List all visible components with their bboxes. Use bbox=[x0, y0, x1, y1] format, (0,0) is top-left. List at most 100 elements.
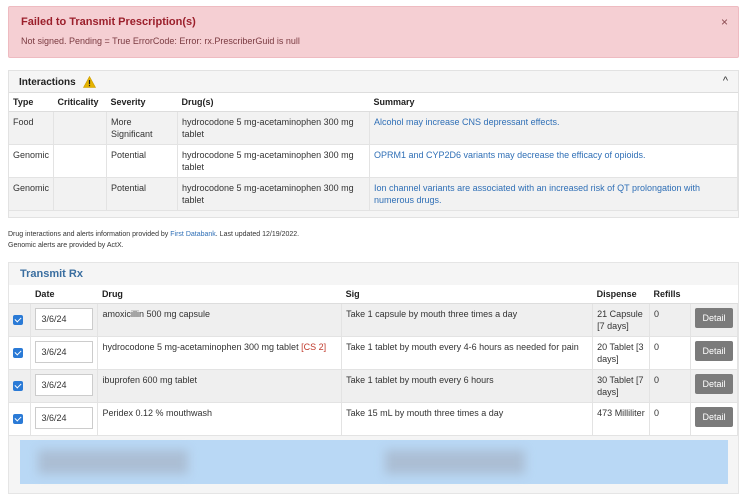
col-select bbox=[9, 285, 31, 304]
credits-line-2: Genomic alerts are provided by ActX. bbox=[8, 242, 124, 249]
interactions-header[interactable]: Interactions ^ bbox=[9, 71, 738, 93]
transmit-rx-title: Transmit Rx bbox=[20, 268, 83, 280]
interaction-severity: More Significant bbox=[106, 111, 179, 145]
interaction-severity: Potential bbox=[106, 177, 179, 211]
action-cell: Detail bbox=[690, 402, 738, 436]
col-criticality: Criticality bbox=[53, 93, 107, 112]
credits-suffix: . Last updated 12/19/2022. bbox=[215, 231, 300, 238]
interaction-summary-link[interactable]: Alcohol may increase CNS depressant effe… bbox=[369, 111, 738, 145]
table-row: Genomic Potential hydrocodone 5 mg-aceta… bbox=[9, 144, 738, 178]
error-alert: Failed to Transmit Prescription(s) Not s… bbox=[8, 6, 739, 58]
drug-name: hydrocodone 5 mg-acetaminophen 300 mg ta… bbox=[102, 341, 299, 352]
date-cell bbox=[30, 303, 99, 337]
drug-name: Peridex 0.12 % mouthwash bbox=[102, 407, 212, 418]
interactions-panel: Interactions ^ Type Criticality Severity… bbox=[8, 70, 739, 218]
detail-button[interactable]: Detail bbox=[695, 307, 733, 328]
col-drugs: Drug(s) bbox=[177, 93, 370, 112]
select-checkbox[interactable] bbox=[13, 413, 23, 424]
col-severity: Severity bbox=[106, 93, 178, 112]
sig-cell: Take 1 tablet by mouth every 4-6 hours a… bbox=[341, 336, 594, 370]
dispense-cell: 30 Tablet [7 days] bbox=[592, 369, 651, 403]
sig-cell: Take 15 mL by mouth three times a day bbox=[341, 402, 594, 436]
date-input[interactable] bbox=[35, 373, 94, 396]
select-checkbox[interactable] bbox=[13, 314, 23, 325]
select-cell bbox=[9, 303, 32, 337]
refills-cell: 0 bbox=[649, 402, 691, 436]
detail-button[interactable]: Detail bbox=[695, 340, 733, 361]
dispense-cell: 473 Milliliter bbox=[592, 402, 651, 436]
redacted-footer-bar bbox=[20, 440, 728, 484]
interaction-drugs: hydrocodone 5 mg-acetaminophen 300 mg ta… bbox=[177, 111, 371, 145]
alert-title: Failed to Transmit Prescription(s) bbox=[21, 16, 196, 28]
refills-cell: 0 bbox=[649, 336, 691, 370]
interaction-criticality bbox=[53, 144, 108, 178]
table-row: Genomic Potential hydrocodone 5 mg-aceta… bbox=[9, 177, 738, 211]
dispense-cell: 21 Capsule [7 days] bbox=[592, 303, 651, 337]
table-row: Food More Significant hydrocodone 5 mg-a… bbox=[9, 111, 738, 145]
interactions-table: Type Criticality Severity Drug(s) Summar… bbox=[9, 93, 738, 211]
refills-cell: 0 bbox=[649, 303, 691, 337]
credits-line-1: Drug interactions and alerts information… bbox=[8, 229, 299, 240]
date-input[interactable] bbox=[35, 307, 94, 330]
interaction-criticality bbox=[53, 111, 108, 145]
col-type: Type bbox=[9, 93, 54, 112]
drug-cell: Peridex 0.12 % mouthwash bbox=[97, 402, 343, 436]
table-row: ibuprofen 600 mg tablet Take 1 tablet by… bbox=[9, 369, 738, 403]
date-cell bbox=[30, 336, 99, 370]
action-cell: Detail bbox=[690, 369, 738, 403]
interactions-title: Interactions bbox=[19, 77, 76, 88]
select-cell bbox=[9, 336, 32, 370]
chevron-up-icon[interactable]: ^ bbox=[723, 75, 728, 87]
date-cell bbox=[30, 369, 99, 403]
dispense-cell: 20 Tablet [3 days] bbox=[592, 336, 651, 370]
credits-prefix: Drug interactions and alerts information… bbox=[8, 231, 171, 238]
controlled-substance-badge: [CS 2] bbox=[301, 341, 327, 352]
sig-cell: Take 1 capsule by mouth three times a da… bbox=[341, 303, 594, 337]
interaction-summary-link[interactable]: Ion channel variants are associated with… bbox=[369, 177, 738, 211]
table-row: amoxicillin 500 mg capsule Take 1 capsul… bbox=[9, 303, 738, 337]
refills-cell: 0 bbox=[649, 369, 691, 403]
select-cell bbox=[9, 402, 32, 436]
date-input[interactable] bbox=[35, 340, 94, 363]
col-summary: Summary bbox=[369, 93, 738, 112]
drug-name: ibuprofen 600 mg tablet bbox=[102, 374, 198, 385]
action-cell: Detail bbox=[690, 303, 738, 337]
interaction-type: Genomic bbox=[9, 177, 55, 211]
interactions-header-row: Type Criticality Severity Drug(s) Summar… bbox=[9, 93, 738, 112]
prescriptions-header-row: Date Drug Sig Dispense Refills bbox=[9, 285, 738, 304]
close-icon[interactable]: × bbox=[721, 15, 728, 29]
interaction-criticality bbox=[53, 177, 108, 211]
interaction-type: Food bbox=[9, 111, 55, 145]
drug-cell: ibuprofen 600 mg tablet bbox=[97, 369, 343, 403]
interaction-severity: Potential bbox=[106, 144, 179, 178]
interaction-summary-link[interactable]: OPRM1 and CYP2D6 variants may decrease t… bbox=[369, 144, 738, 178]
redacted-content bbox=[38, 450, 188, 474]
select-checkbox[interactable] bbox=[13, 380, 23, 391]
table-row: Peridex 0.12 % mouthwash Take 15 mL by m… bbox=[9, 402, 738, 436]
interaction-type: Genomic bbox=[9, 144, 55, 178]
detail-button[interactable]: Detail bbox=[695, 406, 733, 427]
drug-name: amoxicillin 500 mg capsule bbox=[102, 308, 210, 319]
redacted-content bbox=[385, 450, 525, 474]
sig-cell: Take 1 tablet by mouth every 6 hours bbox=[341, 369, 594, 403]
col-dispense: Dispense bbox=[592, 285, 650, 304]
alert-message: Not signed. Pending = True ErrorCode: Er… bbox=[21, 36, 300, 46]
interaction-drugs: hydrocodone 5 mg-acetaminophen 300 mg ta… bbox=[177, 177, 371, 211]
prescriptions-table: Date Drug Sig Dispense Refills amoxicill… bbox=[9, 285, 738, 436]
select-checkbox[interactable] bbox=[13, 347, 23, 358]
select-cell bbox=[9, 369, 32, 403]
drug-cell: amoxicillin 500 mg capsule bbox=[97, 303, 343, 337]
interaction-drugs: hydrocodone 5 mg-acetaminophen 300 mg ta… bbox=[177, 144, 371, 178]
date-input[interactable] bbox=[35, 406, 94, 429]
col-drug: Drug bbox=[97, 285, 342, 304]
drug-cell: hydrocodone 5 mg-acetaminophen 300 mg ta… bbox=[97, 336, 343, 370]
action-cell: Detail bbox=[690, 336, 738, 370]
data-source-credits: Drug interactions and alerts information… bbox=[8, 229, 299, 251]
detail-button[interactable]: Detail bbox=[695, 373, 733, 394]
table-row: hydrocodone 5 mg-acetaminophen 300 mg ta… bbox=[9, 336, 738, 370]
col-refills: Refills bbox=[649, 285, 691, 304]
first-databank-link[interactable]: First Databank bbox=[170, 231, 216, 238]
col-action bbox=[690, 285, 738, 304]
col-date: Date bbox=[30, 285, 98, 304]
date-cell bbox=[30, 402, 99, 436]
